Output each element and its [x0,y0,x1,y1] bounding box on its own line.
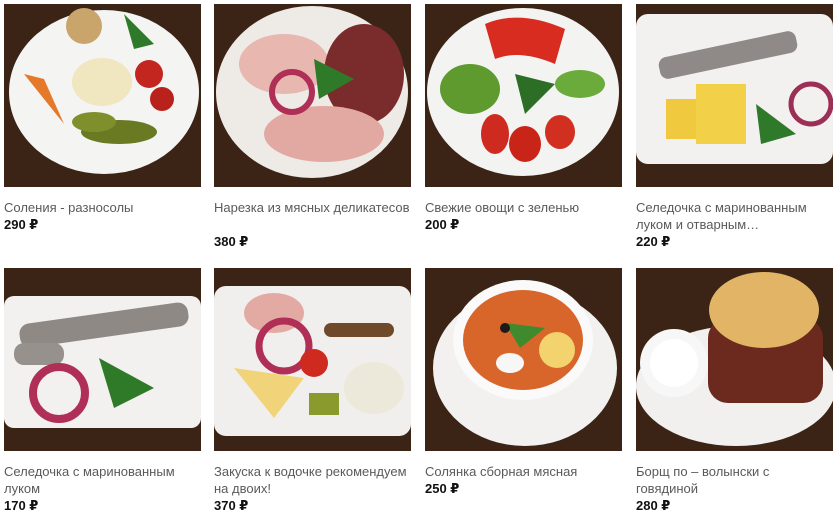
dish-photo-borscht[interactable] [636,268,833,451]
dish-photo-herring-onion[interactable] [4,268,201,451]
dish-name[interactable]: Борщ по – волынски с говядиной [636,463,833,497]
dish-photo-solyanka[interactable] [425,268,622,451]
dish-photo-vodka-snack[interactable] [214,268,411,451]
dish-name[interactable]: Селедочка с маринованным луком и отварны… [636,199,833,233]
dish-name[interactable]: Нарезка из мясных деликатесов [214,199,411,216]
dish-price: 280 ₽ [636,498,671,513]
dish-name[interactable]: Свежие овощи с зеленью [425,199,622,216]
dish-price: 250 ₽ [425,481,460,496]
menu-grid: Соления - разносолы 290 ₽ Нарезка из мяс… [0,0,837,526]
dish-price: 370 ₽ [214,498,249,513]
dish-photo-fresh-vegetables[interactable] [425,4,622,187]
dish-photo-herring-potatoes[interactable] [636,4,833,187]
dish-price: 380 ₽ [214,234,249,249]
dish-price: 220 ₽ [636,234,671,249]
dish-price: 290 ₽ [4,217,39,232]
dish-name[interactable]: Соления - разносолы [4,199,201,216]
dish-price: 200 ₽ [425,217,460,232]
dish-name[interactable]: Солянка сборная мясная [425,463,622,480]
dish-name[interactable]: Селедочка с маринованным луком [4,463,201,497]
dish-name[interactable]: Закуска к водочке рекомендуем на двоих! [214,463,411,497]
dish-photo-meat-platter[interactable] [214,4,411,187]
dish-photo-pickles[interactable] [4,4,201,187]
dish-price: 170 ₽ [4,498,39,513]
